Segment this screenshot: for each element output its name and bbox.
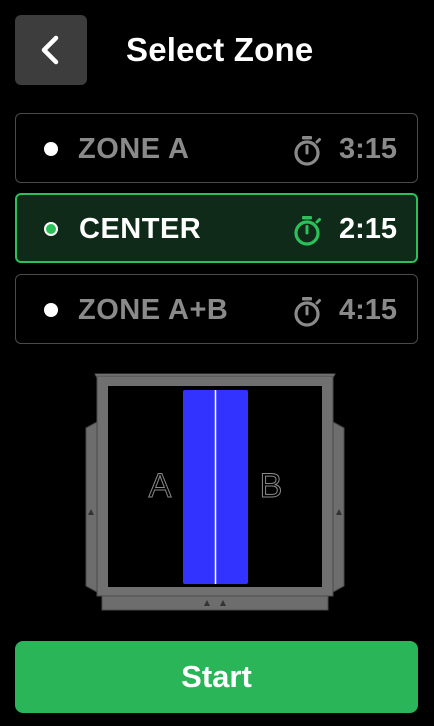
right-side-panel xyxy=(332,421,345,593)
zone-time: 4:15 xyxy=(338,294,397,326)
radio-dot-icon xyxy=(44,303,58,317)
chevron-left-icon xyxy=(41,35,59,65)
zone-option-center[interactable]: CENTER 2:15 xyxy=(15,193,418,263)
stopwatch-icon xyxy=(294,136,321,166)
left-side-panel xyxy=(85,421,98,593)
bottom-bar xyxy=(101,595,329,611)
start-button[interactable]: Start xyxy=(15,641,418,713)
radio-dot-icon xyxy=(44,142,58,156)
zone-name: ZONE A xyxy=(78,133,190,165)
back-button[interactable] xyxy=(15,15,87,85)
zone-option-a[interactable]: ZONE A 3:15 xyxy=(15,113,418,183)
zone-name: CENTER xyxy=(79,213,202,245)
page-title: Select Zone xyxy=(126,31,314,68)
stopwatch-icon xyxy=(294,297,321,327)
zone-time: 3:15 xyxy=(338,133,397,165)
zone-name: ZONE A+B xyxy=(78,294,229,326)
radio-selected-icon xyxy=(44,222,58,236)
zone-label-b: B xyxy=(260,467,283,505)
zone-option-a-b[interactable]: ZONE A+B 4:15 xyxy=(15,274,418,344)
zone-time: 2:15 xyxy=(338,213,397,245)
stopwatch-icon xyxy=(294,216,321,246)
zone-label-a: A xyxy=(149,467,172,505)
field-diagram: A B xyxy=(85,373,345,611)
